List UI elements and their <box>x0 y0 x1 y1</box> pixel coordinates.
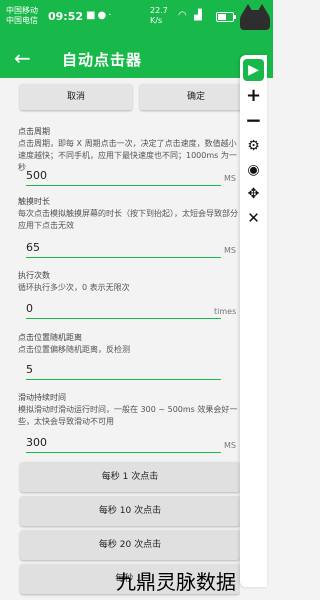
status-notification-icons: ■●· <box>86 10 113 21</box>
carrier-info: 中国移动 中国电信 <box>6 6 38 26</box>
wifi-icon: ◠ <box>178 10 187 21</box>
swipe-duration-unit: MS <box>224 441 236 450</box>
swipe-duration-label: 滑动持续时间 <box>18 393 66 402</box>
swipe-duration-input[interactable]: 300 <box>26 434 221 453</box>
move-icon[interactable]: ✥ <box>240 183 267 205</box>
random-offset-description: 点击位置偏移随机距离，反检测 <box>18 345 130 354</box>
notification-icon: ● <box>97 10 109 21</box>
plus-icon[interactable]: + <box>240 85 267 107</box>
touch-duration-input[interactable]: 65 <box>26 239 221 258</box>
repeat-count-description: 循环执行多少次，0 表示无限次 <box>18 283 130 292</box>
minus-icon[interactable]: − <box>240 109 267 131</box>
play-icon[interactable]: ▶ <box>243 59 264 81</box>
eye-icon[interactable]: ◉ <box>240 159 267 181</box>
random-offset-input[interactable]: 5 <box>26 361 221 380</box>
battery-fill <box>218 14 227 20</box>
touch-duration-label: 触摸时长 <box>18 197 50 206</box>
touch-duration-unit: MS <box>224 246 236 255</box>
back-arrow-icon[interactable]: ← <box>14 46 31 70</box>
page-title: 自动点击器 <box>62 51 143 69</box>
net-speed-unit: K/s <box>150 16 163 25</box>
cancel-button[interactable]: 取消 <box>20 84 132 110</box>
signal-icon: ▟ <box>194 10 202 21</box>
status-time: 09:52 <box>48 10 84 23</box>
more-notifications-icon: · <box>108 10 114 21</box>
gear-icon[interactable]: ⚙ <box>240 135 267 157</box>
network-speed: 22.7 K/s <box>150 6 168 26</box>
click-period-label: 点击周期 <box>18 127 50 136</box>
repeat-count-input[interactable]: 0 <box>26 300 221 319</box>
preset-20-per-second-button[interactable]: 每秒 20 次点击 <box>20 530 240 560</box>
carrier-line-2: 中国电信 <box>6 16 38 25</box>
confirm-button[interactable]: 确定 <box>140 84 240 110</box>
repeat-count-label: 执行次数 <box>18 271 50 280</box>
cat-ears-decoration <box>236 0 273 30</box>
swipe-duration-description: 模拟滑动时滑动运行时间，一般在 300 ~ 500ms 效果会好一些，太快会导致… <box>18 405 238 426</box>
status-bar: 中国移动 中国电信 09:52 ■●· 22.7 K/s ◠ ▟ <box>0 0 273 40</box>
close-icon[interactable]: ✕ <box>240 207 267 229</box>
notification-icon: ■ <box>86 10 98 21</box>
random-offset-label: 点击位置随机距离 <box>18 333 82 342</box>
preset-10-per-second-button[interactable]: 每秒 10 次点击 <box>20 496 240 526</box>
click-period-unit: MS <box>224 174 236 183</box>
repeat-count-unit: times <box>214 307 237 316</box>
cat-face <box>240 10 270 30</box>
battery-icon <box>216 12 236 22</box>
carrier-line-1: 中国移动 <box>6 6 38 15</box>
settings-panel: 取消 确定 点击周期 点击周期，即每 X 周期点击一次，决定了点击速度，数值越小… <box>0 78 240 600</box>
touch-duration-description: 每次点击模拟触摸屏幕的时长（按下到抬起），太短会导致部分应用下点击无效 <box>18 209 238 230</box>
watermark-text: 九鼎灵脉数据 <box>116 570 236 594</box>
click-period-input[interactable]: 500 <box>26 167 221 186</box>
app-bar: ← 自动点击器 <box>0 40 273 78</box>
floating-toolbar: ▶ + − ⚙ ◉ ✥ ✕ <box>240 55 267 587</box>
net-speed-value: 22.7 <box>150 6 168 15</box>
preset-1-per-second-button[interactable]: 每秒 1 次点击 <box>20 462 240 492</box>
